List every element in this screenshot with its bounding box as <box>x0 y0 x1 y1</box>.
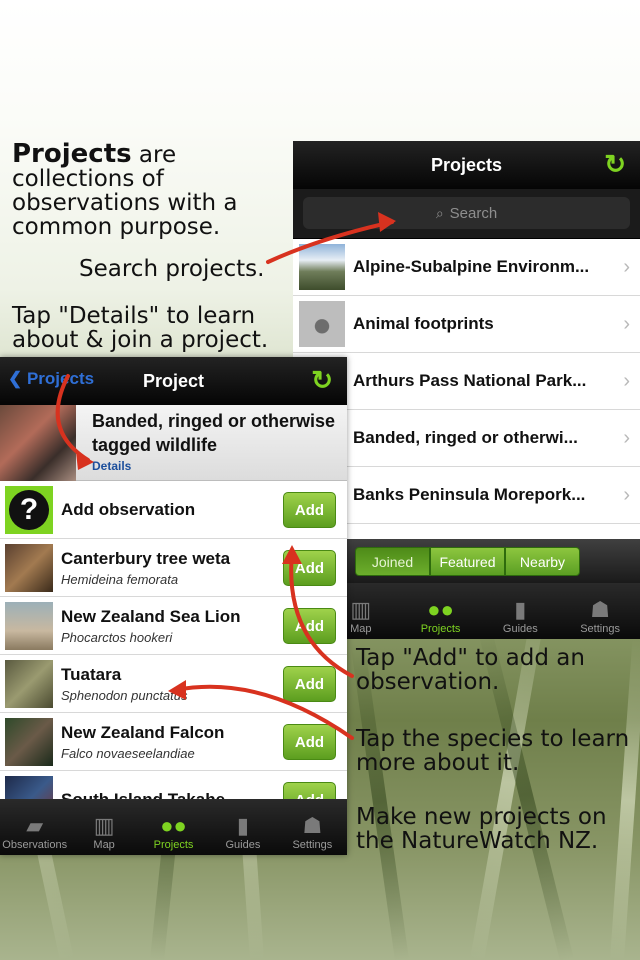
tab-label: Map <box>93 839 115 851</box>
question-icon: ? <box>5 485 53 534</box>
guides-icon: ▮ <box>236 813 249 838</box>
tab-label: Guides <box>502 623 538 635</box>
project-title: Banks Peninsula Morepork... <box>353 485 586 504</box>
settings-icon: ☗ <box>302 813 323 838</box>
species-text: Canterbury tree weta Hemideina femorata <box>61 549 230 587</box>
add-button[interactable]: Add <box>283 724 336 760</box>
tab-projects[interactable]: ●● Projects <box>139 799 208 855</box>
navbar-title: Project <box>142 370 205 391</box>
add-button[interactable]: Add <box>283 550 336 586</box>
chevron-right-icon: › <box>623 483 630 506</box>
species-row[interactable]: Tuatara Sphenodon punctatus Add <box>0 655 347 713</box>
project-header: Banded, ringed or otherwise tagged wildl… <box>0 405 347 481</box>
species-row[interactable]: New Zealand Falcon Falco novaeseelandiae… <box>0 713 347 771</box>
observations-icon: ▰ <box>26 813 44 838</box>
tab-label: Map <box>350 623 372 635</box>
back-label: Projects <box>26 369 95 388</box>
chevron-right-icon: › <box>623 255 630 278</box>
species-scientific-name: Falco novaeseelandiae <box>61 745 195 761</box>
species-name: Tuatara <box>61 664 122 684</box>
chevron-right-icon: › <box>623 369 630 392</box>
project-title: Alpine-Subalpine Environm... <box>353 257 590 276</box>
species-thumbnail <box>5 543 53 592</box>
search-icon: ⌕ <box>435 204 444 221</box>
chevron-right-icon: › <box>623 426 630 449</box>
species-text: Tuatara Sphenodon punctatus <box>61 665 188 703</box>
tab-label: Settings <box>580 623 620 635</box>
species-thumbnail <box>5 717 53 766</box>
search-caption: Search projects. <box>79 256 265 282</box>
back-button[interactable]: ❮ Projects <box>8 369 94 389</box>
new-projects-caption: Make new projects on the NatureWatch NZ. <box>356 804 607 854</box>
project-navbar: ❮ Projects Project ↻ <box>0 357 347 405</box>
project-row[interactable]: Animal footprints › <box>293 296 640 353</box>
species-thumbnail <box>5 659 53 708</box>
refresh-icon[interactable]: ↻ <box>311 367 333 393</box>
search-placeholder: Search <box>449 204 498 222</box>
map-icon: ▥ <box>93 813 115 838</box>
tab-guides[interactable]: ▮ Guides <box>480 583 560 639</box>
add-button[interactable]: Add <box>283 608 336 644</box>
tab-label: Guides <box>225 839 261 851</box>
tab-observations[interactable]: ▰ Observations <box>0 799 69 855</box>
chevron-right-icon: › <box>623 312 630 335</box>
navbar-title: Projects <box>430 154 503 175</box>
species-thumbnail <box>5 601 53 650</box>
species-scientific-name: Hemideina femorata <box>61 571 179 587</box>
project-row[interactable]: Alpine-Subalpine Environm... › <box>293 239 640 296</box>
add-button[interactable]: Add <box>283 666 336 702</box>
add-caption: Tap "Add" to add an observation. <box>356 645 585 695</box>
tab-projects[interactable]: ●● Projects <box>401 583 481 639</box>
species-caption: Tap the species to learn more about it. <box>356 726 630 776</box>
segment-joined[interactable]: Joined <box>355 547 430 576</box>
tab-settings[interactable]: ☗ Settings <box>560 583 640 639</box>
segment-nearby[interactable]: Nearby <box>505 547 580 576</box>
species-scientific-name: Sphenodon punctatus <box>61 687 188 703</box>
species-text: New Zealand Falcon Falco novaeseelandiae <box>61 723 224 761</box>
search-input[interactable]: ⌕ Search <box>303 197 630 229</box>
add-observation-label: Add observation <box>61 499 196 519</box>
add-button[interactable]: Add <box>283 492 336 528</box>
intro-caption: Projects are collections of observations… <box>12 139 252 239</box>
intro-caption-bold: Projects <box>12 139 132 169</box>
species-scientific-name: Phocarctos hookeri <box>61 629 173 645</box>
tab-guides[interactable]: ▮ Guides <box>208 799 277 855</box>
projects-navbar: Projects ↻ <box>293 141 640 189</box>
refresh-icon[interactable]: ↻ <box>604 151 626 177</box>
add-observation-row[interactable]: ? Add observation Add <box>0 481 347 539</box>
details-link[interactable]: Details <box>92 459 131 473</box>
tab-bar: ▰ Observations ▥ Map ●● Projects ▮ Guides ☗ S… <box>0 799 347 855</box>
project-detail-screen: ❮ Projects Project ↻ Banded, ringed or o… <box>0 357 347 855</box>
details-caption: Tap "Details" to learn about & join a pr… <box>12 303 269 353</box>
species-name: Canterbury tree weta <box>61 548 231 568</box>
projects-icon: ●● <box>160 813 187 838</box>
species-row[interactable]: New Zealand Sea Lion Phocarctos hookeri … <box>0 597 347 655</box>
tab-label: Settings <box>292 839 333 851</box>
species-name: New Zealand Falcon <box>61 722 225 742</box>
project-title: Animal footprints <box>353 314 494 333</box>
tab-label: Observations <box>2 839 68 851</box>
species-row[interactable]: Canterbury tree weta Hemideina femorata … <box>0 539 347 597</box>
project-image <box>0 405 76 481</box>
tab-map[interactable]: ▥ Map <box>69 799 138 855</box>
species-text: New Zealand Sea Lion Phocarctos hookeri <box>61 607 241 645</box>
project-thumbnail <box>299 244 345 290</box>
project-title: Banded, ringed or otherwi... <box>353 428 578 447</box>
species-name: New Zealand Sea Lion <box>61 606 241 626</box>
chevron-left-icon: ❮ <box>8 369 27 388</box>
map-icon: ▥ <box>350 597 372 622</box>
tab-settings[interactable]: ☗ Settings <box>278 799 347 855</box>
tab-label: Projects <box>153 839 194 851</box>
settings-icon: ☗ <box>590 597 610 622</box>
projects-icon: ●● <box>427 597 454 622</box>
search-bar: ⌕ Search <box>293 189 640 239</box>
project-title: Arthurs Pass National Park... <box>353 371 587 390</box>
project-thumbnail <box>299 301 345 347</box>
tab-label: Projects <box>420 623 461 635</box>
segment-featured[interactable]: Featured <box>430 547 505 576</box>
guides-icon: ▮ <box>514 597 527 622</box>
